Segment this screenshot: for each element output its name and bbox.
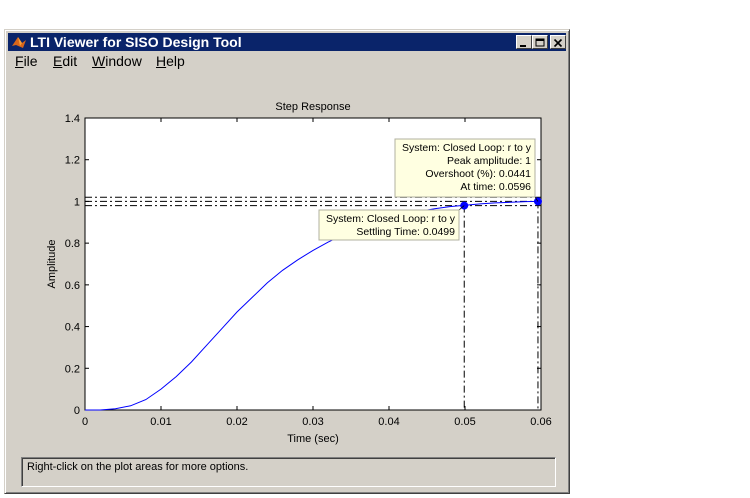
- y-tick-label: 1.4: [65, 113, 80, 125]
- x-tick-label: 0.04: [378, 416, 399, 428]
- peak-tooltip-text: Overshoot (%): 0.0441: [425, 168, 531, 180]
- y-tick-label: 0.6: [65, 280, 80, 292]
- status-text: Right-click on the plot areas for more o…: [27, 461, 249, 473]
- x-tick-label: 0: [82, 416, 88, 428]
- x-tick-label: 0.05: [454, 416, 475, 428]
- x-axis-label: Time (sec): [287, 433, 339, 445]
- peak-tooltip-text: At time: 0.0596: [460, 181, 531, 193]
- x-tick-label: 0.02: [226, 416, 247, 428]
- settling-tooltip-text: Settling Time: 0.0499: [356, 226, 455, 238]
- y-axis-label: Amplitude: [46, 240, 58, 289]
- y-tick-label: 0: [74, 405, 80, 417]
- x-tick-label: 0.06: [530, 416, 551, 428]
- y-tick-label: 1.2: [65, 155, 80, 167]
- chart-title: Step Response: [275, 101, 350, 113]
- status-panel: Right-click on the plot areas for more o…: [21, 457, 556, 487]
- x-tick-label: 0.03: [302, 416, 323, 428]
- y-tick-label: 0.2: [65, 363, 80, 375]
- y-tick-label: 0.8: [65, 238, 80, 250]
- step-response-plot[interactable]: 0 0.01 0.02 0.03 0.04 0.05 0.06 0 0.2 0.4 0.6 0.8 1 1…: [5, 30, 571, 455]
- x-tick-label: 0.01: [150, 416, 171, 428]
- settling-tooltip-text: System: Closed Loop: r to y: [326, 213, 456, 225]
- y-tick-label: 0.4: [65, 322, 80, 334]
- peak-tooltip-text: System: Closed Loop: r to y: [402, 142, 532, 154]
- y-tick-label: 1: [74, 196, 80, 208]
- peak-tooltip-text: Peak amplitude: 1: [447, 155, 531, 167]
- lti-viewer-window: LTI Viewer for SISO Design Tool File Edi…: [4, 29, 570, 494]
